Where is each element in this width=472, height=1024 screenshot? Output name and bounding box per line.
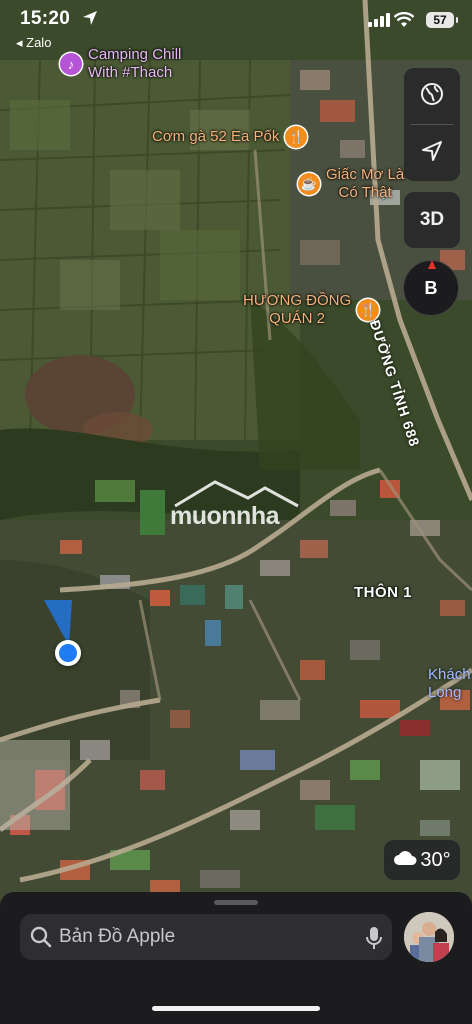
compass-button[interactable]: B	[403, 260, 459, 316]
poi-giac-mo[interactable]: ☕ Giấc Mơ Là Có Thật	[298, 166, 404, 202]
location-services-icon	[82, 10, 98, 31]
sheet-grabber[interactable]	[214, 900, 258, 905]
poi-huong-dong[interactable]: HƯƠNG ĐỒNG QUÁN 2 🍴	[243, 292, 380, 328]
poi-label: Cơm gà 52 Ea Pốk	[152, 128, 280, 145]
status-time: 15:20	[20, 8, 71, 29]
cloud-icon	[393, 849, 417, 872]
globe-icon	[420, 82, 444, 111]
location-arrow-icon	[421, 140, 443, 167]
back-to-app-link[interactable]: ◂ Zalo	[16, 35, 51, 51]
microphone-icon[interactable]	[366, 926, 382, 955]
search-placeholder: Bản Đồ Apple	[59, 926, 176, 947]
cellular-signal-icon	[368, 13, 390, 32]
poi-label: Giấc Mơ Là Có Thật	[326, 166, 405, 201]
profile-avatar[interactable]	[404, 912, 454, 962]
coffee-cup-icon: ☕	[298, 173, 320, 195]
weather-badge[interactable]: 30°	[384, 840, 460, 880]
battery-indicator: 57	[426, 12, 458, 28]
home-indicator[interactable]	[152, 1006, 320, 1011]
bottom-sheet[interactable]: Bản Đồ Apple	[0, 892, 472, 1024]
watermark-text: muonnha	[170, 502, 280, 530]
music-note-icon: ♪	[60, 53, 82, 75]
poi-com-ga[interactable]: Cơm gà 52 Ea Pốk 🍴	[152, 126, 308, 148]
map-controls	[404, 68, 460, 181]
map-mode-button[interactable]	[404, 68, 460, 124]
watermark-logo: muonnha	[170, 478, 304, 532]
fork-knife-icon: 🍴	[285, 126, 308, 148]
search-icon	[30, 926, 52, 948]
poi-label: Camping Chill With #Thach	[88, 46, 182, 81]
3d-view-button[interactable]: 3D	[404, 192, 460, 248]
temperature: 30°	[420, 848, 451, 871]
poi-khach-long[interactable]: Khách Long	[428, 666, 471, 702]
poi-label: HƯƠNG ĐỒNG QUÁN 2	[243, 292, 352, 327]
village-label: THÔN 1	[354, 584, 413, 601]
wifi-icon	[393, 11, 415, 33]
search-bar[interactable]: Bản Đồ Apple	[20, 914, 392, 960]
user-location-dot[interactable]	[55, 640, 81, 666]
current-location-button[interactable]	[404, 125, 460, 181]
poi-camping-chill[interactable]: ♪ Camping Chill With #Thach	[60, 46, 181, 82]
fork-knife-icon: 🍴	[357, 299, 380, 321]
